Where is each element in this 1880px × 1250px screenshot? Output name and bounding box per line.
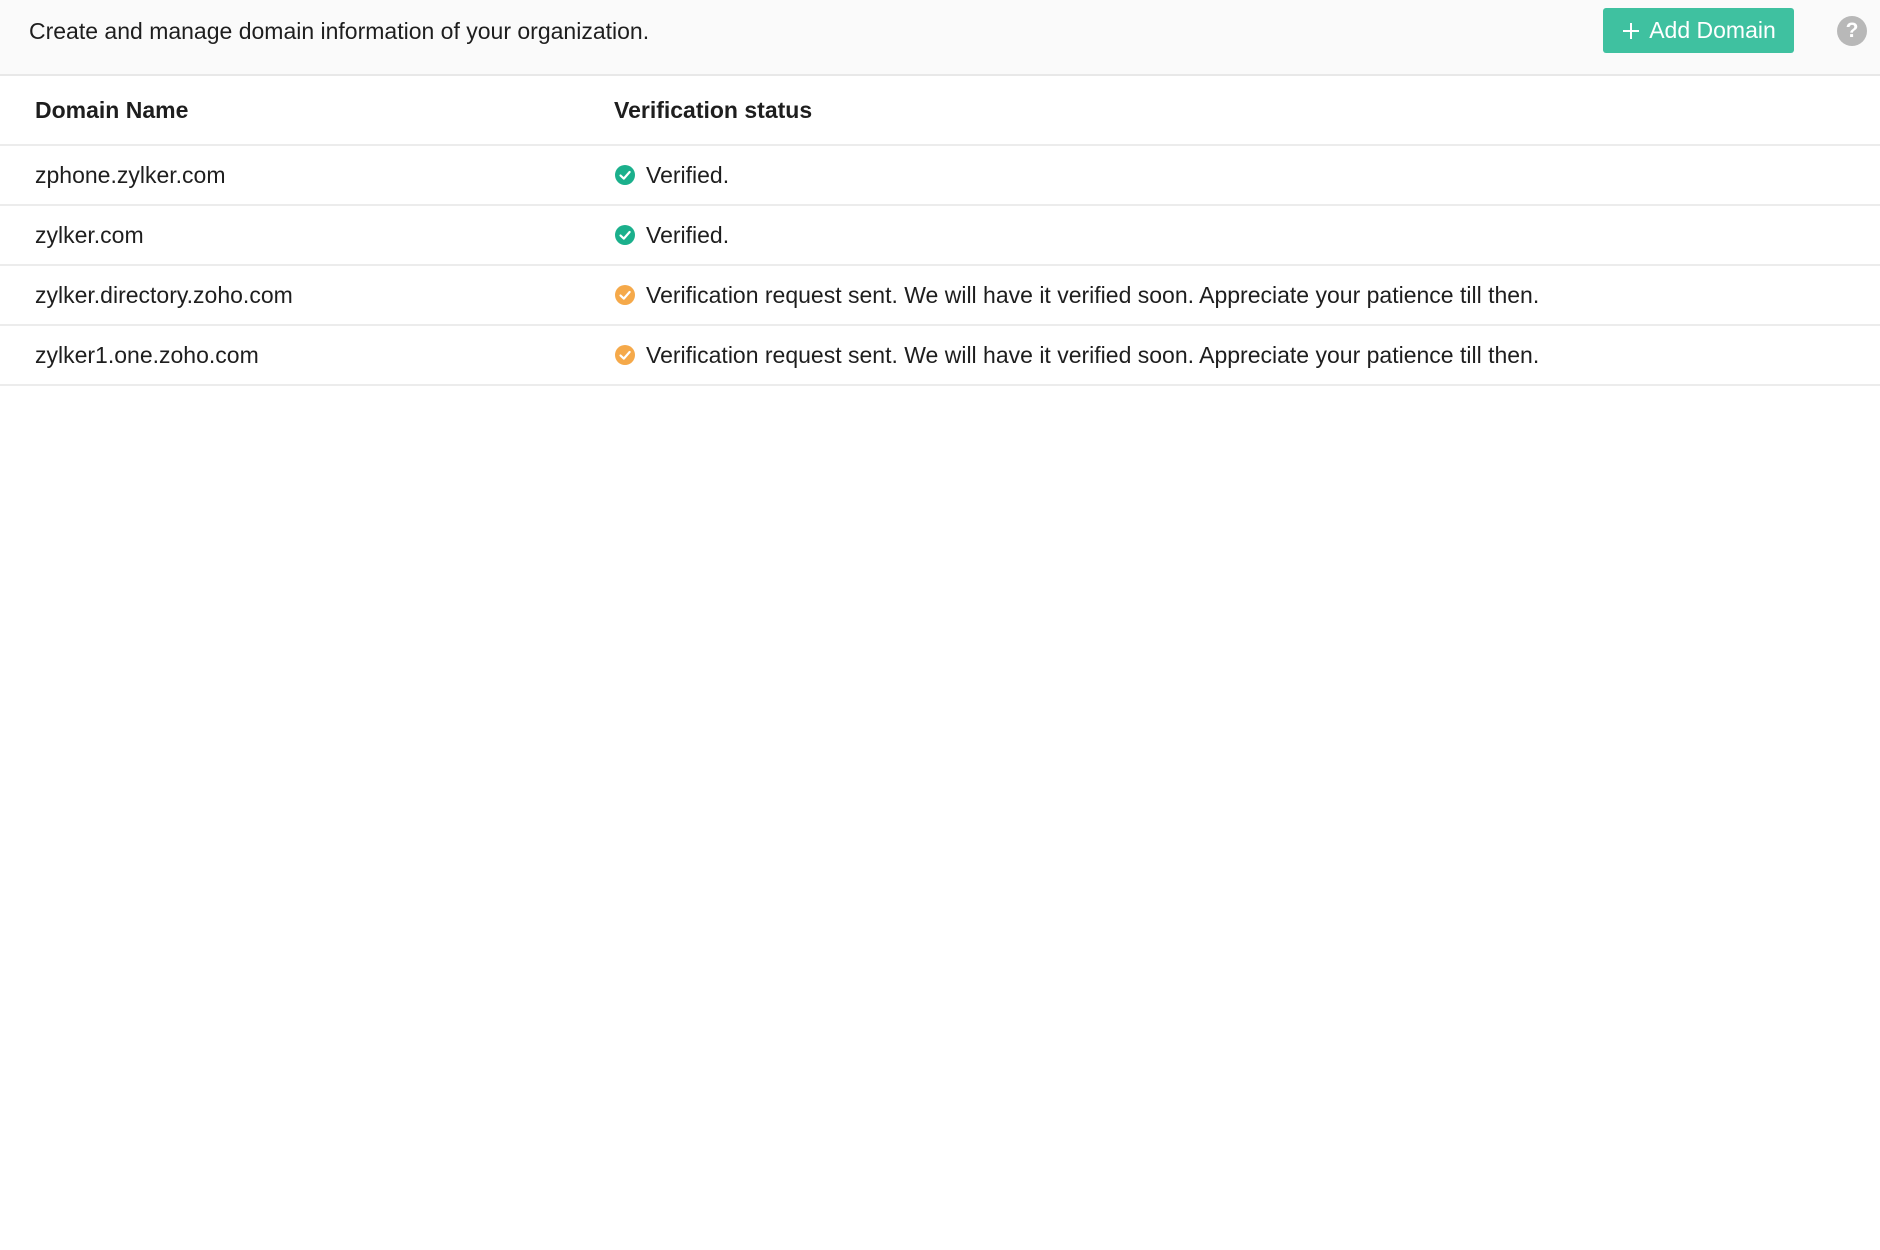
- help-icon[interactable]: ?: [1837, 16, 1867, 46]
- plus-icon: [1623, 22, 1640, 39]
- domains-page: Create and manage domain information of …: [0, 0, 1880, 1250]
- pending-check-circle-icon: [615, 345, 635, 365]
- add-domain-button[interactable]: Add Domain: [1603, 8, 1794, 53]
- check-circle-icon: [615, 165, 635, 185]
- add-domain-button-label: Add Domain: [1649, 17, 1776, 43]
- column-header-domain-name: Domain Name: [0, 76, 614, 146]
- column-header-verification-status: Verification status: [614, 76, 1880, 146]
- page-header: Create and manage domain information of …: [0, 0, 1880, 76]
- domain-name-cell: zylker1.one.zoho.com: [0, 325, 614, 386]
- verification-status-cell: Verified.: [614, 205, 1880, 266]
- table-header-row: Domain Name Verification status: [0, 76, 1880, 146]
- pending-check-circle-icon: [615, 285, 635, 305]
- domain-name-cell: zylker.com: [0, 205, 614, 266]
- domain-name-cell: zylker.directory.zoho.com: [0, 265, 614, 326]
- domains-table: Domain Name Verification status zphone.z…: [0, 76, 1880, 386]
- status-text: Verified.: [646, 221, 730, 248]
- status-text: Verified.: [646, 161, 730, 188]
- table-row[interactable]: zylker1.one.zoho.com Verification reques…: [0, 325, 1880, 386]
- table-row[interactable]: zphone.zylker.com Verified.: [0, 145, 1880, 206]
- table-row[interactable]: zylker.directory.zoho.com Verification r…: [0, 265, 1880, 326]
- page-subtitle: Create and manage domain information of …: [29, 18, 650, 44]
- status-text: Verification request sent. We will have …: [646, 281, 1540, 308]
- check-circle-icon: [615, 225, 635, 245]
- verification-status-cell: Verified.: [614, 145, 1880, 206]
- table-row[interactable]: zylker.com Verified.: [0, 205, 1880, 266]
- domain-name-cell: zphone.zylker.com: [0, 145, 614, 206]
- verification-status-cell: Verification request sent. We will have …: [614, 325, 1880, 386]
- verification-status-cell: Verification request sent. We will have …: [614, 265, 1880, 326]
- status-text: Verification request sent. We will have …: [646, 341, 1540, 368]
